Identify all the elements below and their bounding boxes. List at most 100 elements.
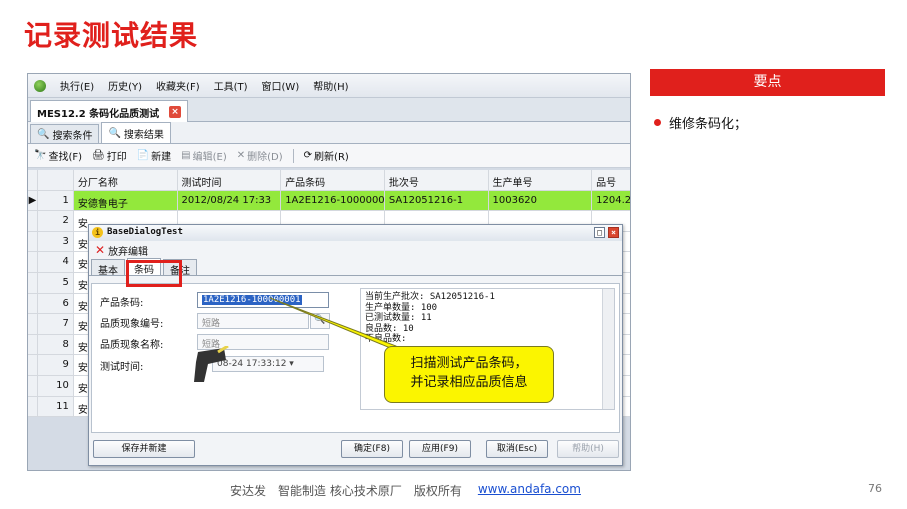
status-bad-qty: 不良品数:	[365, 334, 407, 344]
cancel-x-icon: ✕	[95, 243, 106, 257]
col-header-test-time[interactable]: 测试时间	[178, 170, 282, 190]
row-indicator	[28, 314, 38, 334]
row-indicator-header	[28, 170, 38, 190]
close-tab-icon[interactable]: ×	[169, 106, 181, 118]
row-indicator	[28, 252, 38, 272]
barcode-input[interactable]: 1A2E1216-100000001	[197, 292, 329, 308]
status-order-qty: 生产单数量: 100	[365, 302, 438, 313]
delete-button[interactable]: ✕ 删除(D)	[237, 148, 283, 163]
find-button[interactable]: 🔭 查找(F)	[34, 148, 82, 163]
callout-line-1: 扫描测试产品条码，	[410, 356, 528, 371]
menu-execute[interactable]: 执行(E)	[60, 78, 94, 93]
row-number: 4	[37, 252, 74, 272]
delete-label: 删除(D)	[247, 152, 283, 163]
new-button[interactable]: 📄 新建	[137, 148, 171, 163]
defect-code-label: 品质现象编号:	[100, 319, 164, 330]
barcode-scanner-icon	[194, 346, 229, 382]
printer-icon: 🖨	[92, 150, 105, 161]
status-scrollbar[interactable]	[602, 289, 614, 409]
doc-tab-quality-test[interactable]: MES12.2 条码化品质测试 ×	[30, 100, 188, 122]
giveup-edit-button[interactable]: ✕ 放弃编辑	[89, 241, 622, 259]
footer-company: 安达发	[230, 484, 267, 498]
table-row[interactable]: ▶ 1 安德鲁电子 2012/08/24 17:33 1A2E1216-1000…	[28, 190, 630, 212]
refresh-button[interactable]: ⟳ 刷新(R)	[304, 148, 349, 163]
refresh-label: 刷新(R)	[314, 152, 349, 163]
toolbar-divider	[292, 148, 294, 163]
menu-favorites[interactable]: 收藏夹(F)	[156, 78, 200, 93]
row-indicator	[28, 334, 38, 355]
help-button[interactable]: 帮助(H)	[557, 440, 619, 458]
key-point-text: 维修条码化；	[669, 117, 748, 132]
status-good-qty: 良品数: 10	[365, 323, 414, 334]
ok-button[interactable]: 确定(F8)	[341, 440, 403, 458]
key-points-header: 要点	[650, 69, 885, 96]
col-header-barcode[interactable]: 产品条码	[281, 170, 385, 190]
row-indicator	[28, 211, 38, 231]
footer-slogan: 智能制造 核心技术原厂	[278, 484, 402, 498]
row-number: 7	[37, 314, 74, 334]
edit-label: 编辑(E)	[192, 152, 227, 163]
row-number: 10	[37, 375, 74, 396]
info-icon: i	[92, 227, 103, 238]
row-indicator	[28, 272, 38, 293]
row-number: 5	[37, 272, 74, 293]
row-number-header	[37, 170, 74, 190]
mes-app-window: 执行(E) 历史(Y) 收藏夹(F) 工具(T) 窗口(W) 帮助(H) MES…	[27, 73, 631, 471]
menu-help[interactable]: 帮助(H)	[313, 78, 348, 93]
row-number: 2	[37, 211, 74, 231]
giveup-label: 放弃编辑	[108, 246, 149, 258]
cell-factory: 安德鲁电子	[73, 190, 178, 211]
cell-batch: SA12051216-1	[384, 190, 489, 211]
footer-rights: 版权所有	[413, 484, 462, 498]
dialog-titlebar: i BaseDialogTest □ ×	[89, 225, 622, 241]
col-header-batch[interactable]: 批次号	[385, 170, 489, 190]
barcode-value: 1A2E1216-100000001	[202, 295, 302, 305]
row-indicator	[28, 293, 38, 314]
cancel-button[interactable]: 取消(Esc)	[486, 440, 548, 458]
tab-basic[interactable]: 基本	[91, 259, 125, 277]
restore-icon[interactable]: □	[594, 227, 605, 238]
apply-button[interactable]: 应用(F9)	[409, 440, 471, 458]
tab-label: 搜索结果	[123, 129, 164, 141]
scan-callout: 扫描测试产品条码， 并记录相应品质信息	[384, 346, 554, 403]
menu-history[interactable]: 历史(Y)	[108, 78, 142, 93]
doc-tab-label: MES12.2 条码化品质测试	[37, 109, 160, 120]
col-header-item[interactable]: 品号	[592, 170, 630, 190]
print-button[interactable]: 🖨 打印	[92, 148, 127, 163]
defect-code-input[interactable]: 短路	[197, 313, 309, 329]
menu-tools[interactable]: 工具(T)	[214, 78, 248, 93]
key-point-item: 维修条码化；	[654, 113, 747, 132]
status-tested-qty: 已测试数量: 11	[365, 313, 432, 323]
menu-bar: 执行(E) 历史(Y) 收藏夹(F) 工具(T) 窗口(W) 帮助(H)	[28, 74, 630, 98]
col-header-order[interactable]: 生产单号	[489, 170, 593, 190]
row-indicator	[28, 396, 38, 417]
save-new-button[interactable]: 保存并新建	[93, 440, 195, 458]
menu-window[interactable]: 窗口(W)	[262, 78, 300, 93]
tab-search-conditions[interactable]: 🔍 搜索条件	[30, 124, 100, 143]
row-indicator	[28, 355, 38, 375]
footer-website-link[interactable]: www.andafa.com	[478, 482, 581, 499]
lookup-search-icon[interactable]: 🔍	[310, 313, 330, 329]
edit-button[interactable]: ▤ 编辑(E)	[181, 148, 227, 163]
cell-barcode: 1A2E1216-100000001	[281, 190, 385, 211]
row-number: 8	[37, 334, 74, 355]
search-icon: 🔍	[37, 128, 50, 140]
cell-item: 1204.2	[592, 190, 630, 211]
grid-header-row: 分厂名称 测试时间 产品条码 批次号 生产单号 品号	[28, 170, 630, 191]
new-label: 新建	[151, 152, 172, 163]
cell-test-time: 2012/08/24 17:33	[177, 190, 282, 211]
tab-search-results[interactable]: 🔍 搜索结果	[101, 122, 171, 143]
close-icon[interactable]: ×	[608, 227, 619, 238]
footer: 安达发 智能制造 核心技术原厂 版权所有 www.andafa.com	[230, 482, 581, 499]
col-header-factory[interactable]: 分厂名称	[74, 170, 178, 190]
page-number: 76	[868, 482, 882, 495]
edit-icon: ▤	[181, 150, 191, 161]
barcode-tab-highlight	[126, 260, 182, 287]
dialog-footer: 保存并新建 确定(F8) 应用(F9) 取消(Esc) 帮助(H)	[89, 431, 622, 465]
cell-order: 1003620	[488, 190, 593, 211]
slide-title: 记录测试结果	[24, 19, 199, 52]
row-number: 1	[37, 190, 74, 211]
current-row-arrow-icon: ▶	[28, 190, 38, 211]
find-label: 查找(F)	[48, 152, 83, 163]
row-number: 3	[37, 231, 74, 252]
